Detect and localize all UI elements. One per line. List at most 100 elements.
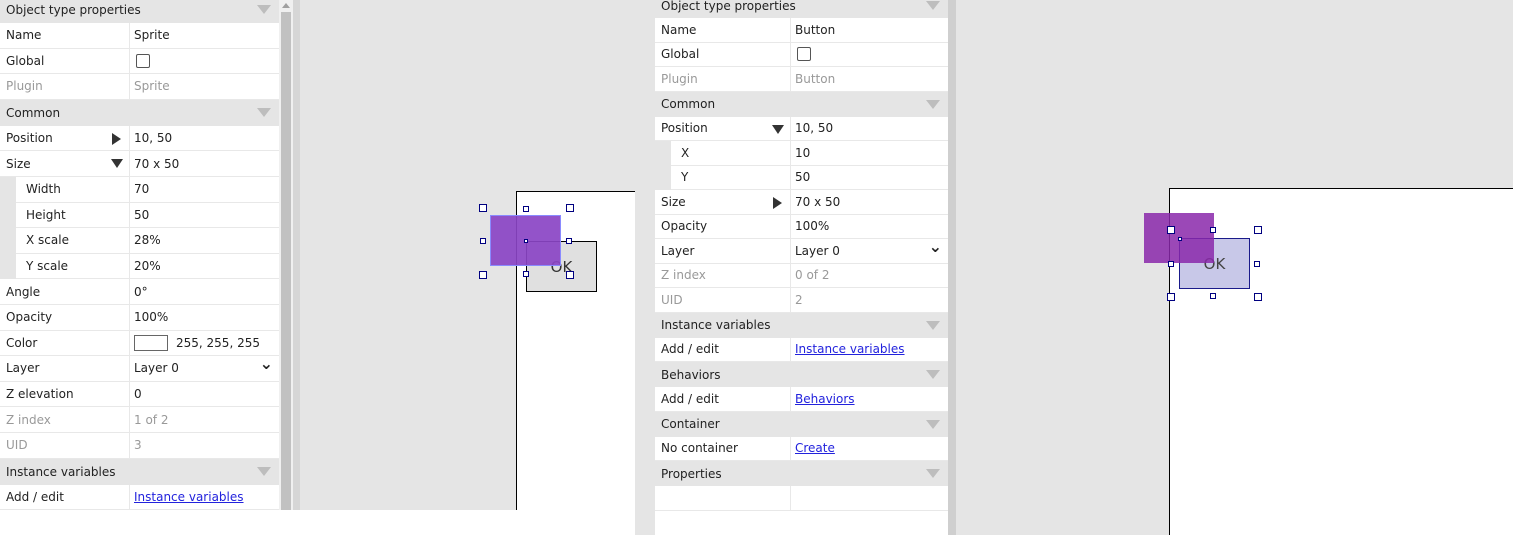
property-row-global[interactable]: Global bbox=[0, 48, 279, 75]
section-header-object-type-properties[interactable]: Object type properties bbox=[0, 0, 279, 23]
property-value[interactable]: 100% bbox=[130, 305, 279, 330]
resize-handle[interactable] bbox=[1254, 226, 1262, 234]
property-row-add-edit[interactable]: Add / edit Instance variables bbox=[655, 337, 948, 362]
property-value[interactable]: Behaviors bbox=[791, 387, 948, 411]
collapse-triangle-icon[interactable] bbox=[257, 466, 271, 476]
property-value[interactable]: 50 bbox=[130, 203, 279, 228]
property-row-y[interactable]: Y 50 bbox=[655, 165, 948, 190]
property-value[interactable]: 10 bbox=[791, 141, 948, 165]
property-row-z-elevation[interactable]: Z elevation 0 bbox=[0, 381, 279, 408]
property-row-width[interactable]: Width 70 bbox=[0, 176, 279, 203]
property-value[interactable] bbox=[791, 486, 948, 510]
link-create[interactable]: Create bbox=[795, 441, 835, 455]
link-instance-variables[interactable]: Instance variables bbox=[795, 342, 905, 356]
property-row-add-edit[interactable]: Add / edit Behaviors bbox=[655, 387, 948, 412]
collapse-triangle-icon[interactable] bbox=[926, 370, 940, 379]
property-value[interactable]: 70 x 50 bbox=[130, 151, 279, 176]
section-header-container[interactable]: Container bbox=[655, 411, 948, 437]
section-header-instance-variables[interactable]: Instance variables bbox=[655, 312, 948, 338]
link-behaviors[interactable]: Behaviors bbox=[795, 392, 855, 406]
expand-right-triangle-icon[interactable] bbox=[112, 132, 121, 145]
property-value[interactable]: 10, 50 bbox=[791, 117, 948, 141]
property-value[interactable]: 50 bbox=[791, 166, 948, 190]
property-row-no-container[interactable]: No container Create bbox=[655, 436, 948, 461]
right-scrollbar[interactable] bbox=[948, 0, 956, 535]
resize-handle[interactable] bbox=[1210, 293, 1216, 299]
color-swatch[interactable] bbox=[134, 334, 168, 351]
property-row-height[interactable]: Height 50 bbox=[0, 202, 279, 229]
collapse-triangle-icon[interactable] bbox=[926, 1, 940, 10]
collapse-triangle-icon[interactable] bbox=[926, 419, 940, 429]
property-row-x-scale[interactable]: X scale 28% bbox=[0, 228, 279, 254]
property-value[interactable]: 10, 50 bbox=[130, 126, 279, 151]
property-row-size[interactable]: Size 70 x 50 bbox=[655, 190, 948, 215]
property-value[interactable] bbox=[130, 49, 279, 74]
collapse-triangle-icon[interactable] bbox=[926, 320, 940, 330]
resize-handle[interactable] bbox=[523, 271, 529, 277]
property-row-x[interactable]: X 10 bbox=[655, 141, 948, 166]
origin-handle[interactable] bbox=[524, 239, 528, 243]
left-layout-view[interactable]: OK bbox=[300, 0, 635, 510]
property-row-layer[interactable]: Layer Layer 0 ⌄ bbox=[655, 237, 948, 264]
collapse-triangle-icon[interactable] bbox=[926, 99, 940, 109]
section-header-behaviors[interactable]: Behaviors bbox=[655, 362, 948, 387]
property-row-empty[interactable] bbox=[655, 486, 948, 511]
collapse-triangle-icon[interactable] bbox=[926, 469, 940, 478]
property-row-color[interactable]: Color 255, 255, 255 bbox=[0, 330, 279, 357]
property-value[interactable]: 70 x 50 bbox=[791, 190, 948, 214]
global-checkbox[interactable] bbox=[136, 53, 150, 68]
scroll-up-arrow-icon[interactable] bbox=[282, 3, 290, 8]
resize-handle[interactable] bbox=[1254, 261, 1260, 267]
property-row-angle[interactable]: Angle 0° bbox=[0, 279, 279, 305]
resize-handle[interactable] bbox=[1210, 227, 1216, 233]
property-value[interactable]: Layer 0 ⌄ bbox=[791, 237, 948, 263]
expand-right-triangle-icon[interactable] bbox=[773, 197, 782, 209]
property-value[interactable]: 20% bbox=[130, 254, 279, 279]
property-row-size[interactable]: Size 70 x 50 bbox=[0, 151, 279, 177]
resize-handle[interactable] bbox=[479, 271, 487, 279]
left-scrollbar[interactable] bbox=[279, 0, 293, 510]
property-row-global[interactable]: Global bbox=[655, 42, 948, 67]
property-value[interactable]: 100% bbox=[791, 215, 948, 239]
property-row-name[interactable]: Name Sprite bbox=[0, 23, 279, 49]
property-value[interactable] bbox=[791, 43, 948, 67]
collapse-triangle-icon[interactable] bbox=[257, 5, 271, 14]
resize-handle[interactable] bbox=[566, 204, 574, 212]
section-header-object-type-properties[interactable]: Object type properties bbox=[655, 0, 948, 18]
layer-select-value[interactable]: Layer 0 bbox=[134, 361, 179, 375]
property-row-name[interactable]: Name Button bbox=[655, 18, 948, 43]
property-value[interactable]: Instance variables bbox=[791, 338, 948, 362]
chevron-down-icon[interactable]: ⌄ bbox=[929, 237, 942, 256]
link-instance-variables[interactable]: Instance variables bbox=[134, 490, 244, 504]
expand-down-triangle-icon[interactable] bbox=[772, 124, 784, 134]
resize-handle[interactable] bbox=[523, 206, 529, 212]
property-value[interactable]: Create bbox=[791, 437, 948, 461]
origin-handle[interactable] bbox=[1178, 237, 1182, 241]
property-row-opacity[interactable]: Opacity 100% bbox=[655, 214, 948, 239]
resize-handle[interactable] bbox=[566, 271, 574, 279]
property-row-opacity[interactable]: Opacity 100% bbox=[0, 304, 279, 331]
property-value[interactable]: 0° bbox=[130, 279, 279, 304]
resize-handle[interactable] bbox=[1254, 293, 1262, 301]
section-header-instance-variables[interactable]: Instance variables bbox=[0, 458, 279, 485]
resize-handle[interactable] bbox=[479, 204, 487, 212]
resize-handle[interactable] bbox=[1168, 261, 1174, 267]
chevron-down-icon[interactable]: ⌄ bbox=[260, 354, 273, 373]
property-value[interactable]: Instance variables bbox=[130, 485, 279, 510]
property-row-position[interactable]: Position 10, 50 bbox=[0, 125, 279, 152]
section-header-properties[interactable]: Properties bbox=[655, 461, 948, 486]
expand-down-triangle-icon[interactable] bbox=[111, 159, 123, 169]
property-value[interactable]: Sprite bbox=[130, 23, 279, 48]
resize-handle[interactable] bbox=[1167, 293, 1175, 301]
property-row-add-edit[interactable]: Add / edit Instance variables bbox=[0, 484, 279, 510]
layer-select-value[interactable]: Layer 0 bbox=[795, 244, 840, 258]
property-row-position[interactable]: Position 10, 50 bbox=[655, 116, 948, 141]
property-value[interactable]: Layer 0 ⌄ bbox=[130, 354, 279, 381]
splitter[interactable] bbox=[293, 0, 300, 510]
property-row-layer[interactable]: Layer Layer 0 ⌄ bbox=[0, 354, 279, 382]
property-row-y-scale[interactable]: Y scale 20% bbox=[0, 253, 279, 280]
resize-handle[interactable] bbox=[480, 238, 486, 244]
section-header-common[interactable]: Common bbox=[0, 99, 279, 126]
property-value[interactable]: 0 bbox=[130, 382, 279, 407]
resize-handle[interactable] bbox=[1167, 226, 1175, 234]
